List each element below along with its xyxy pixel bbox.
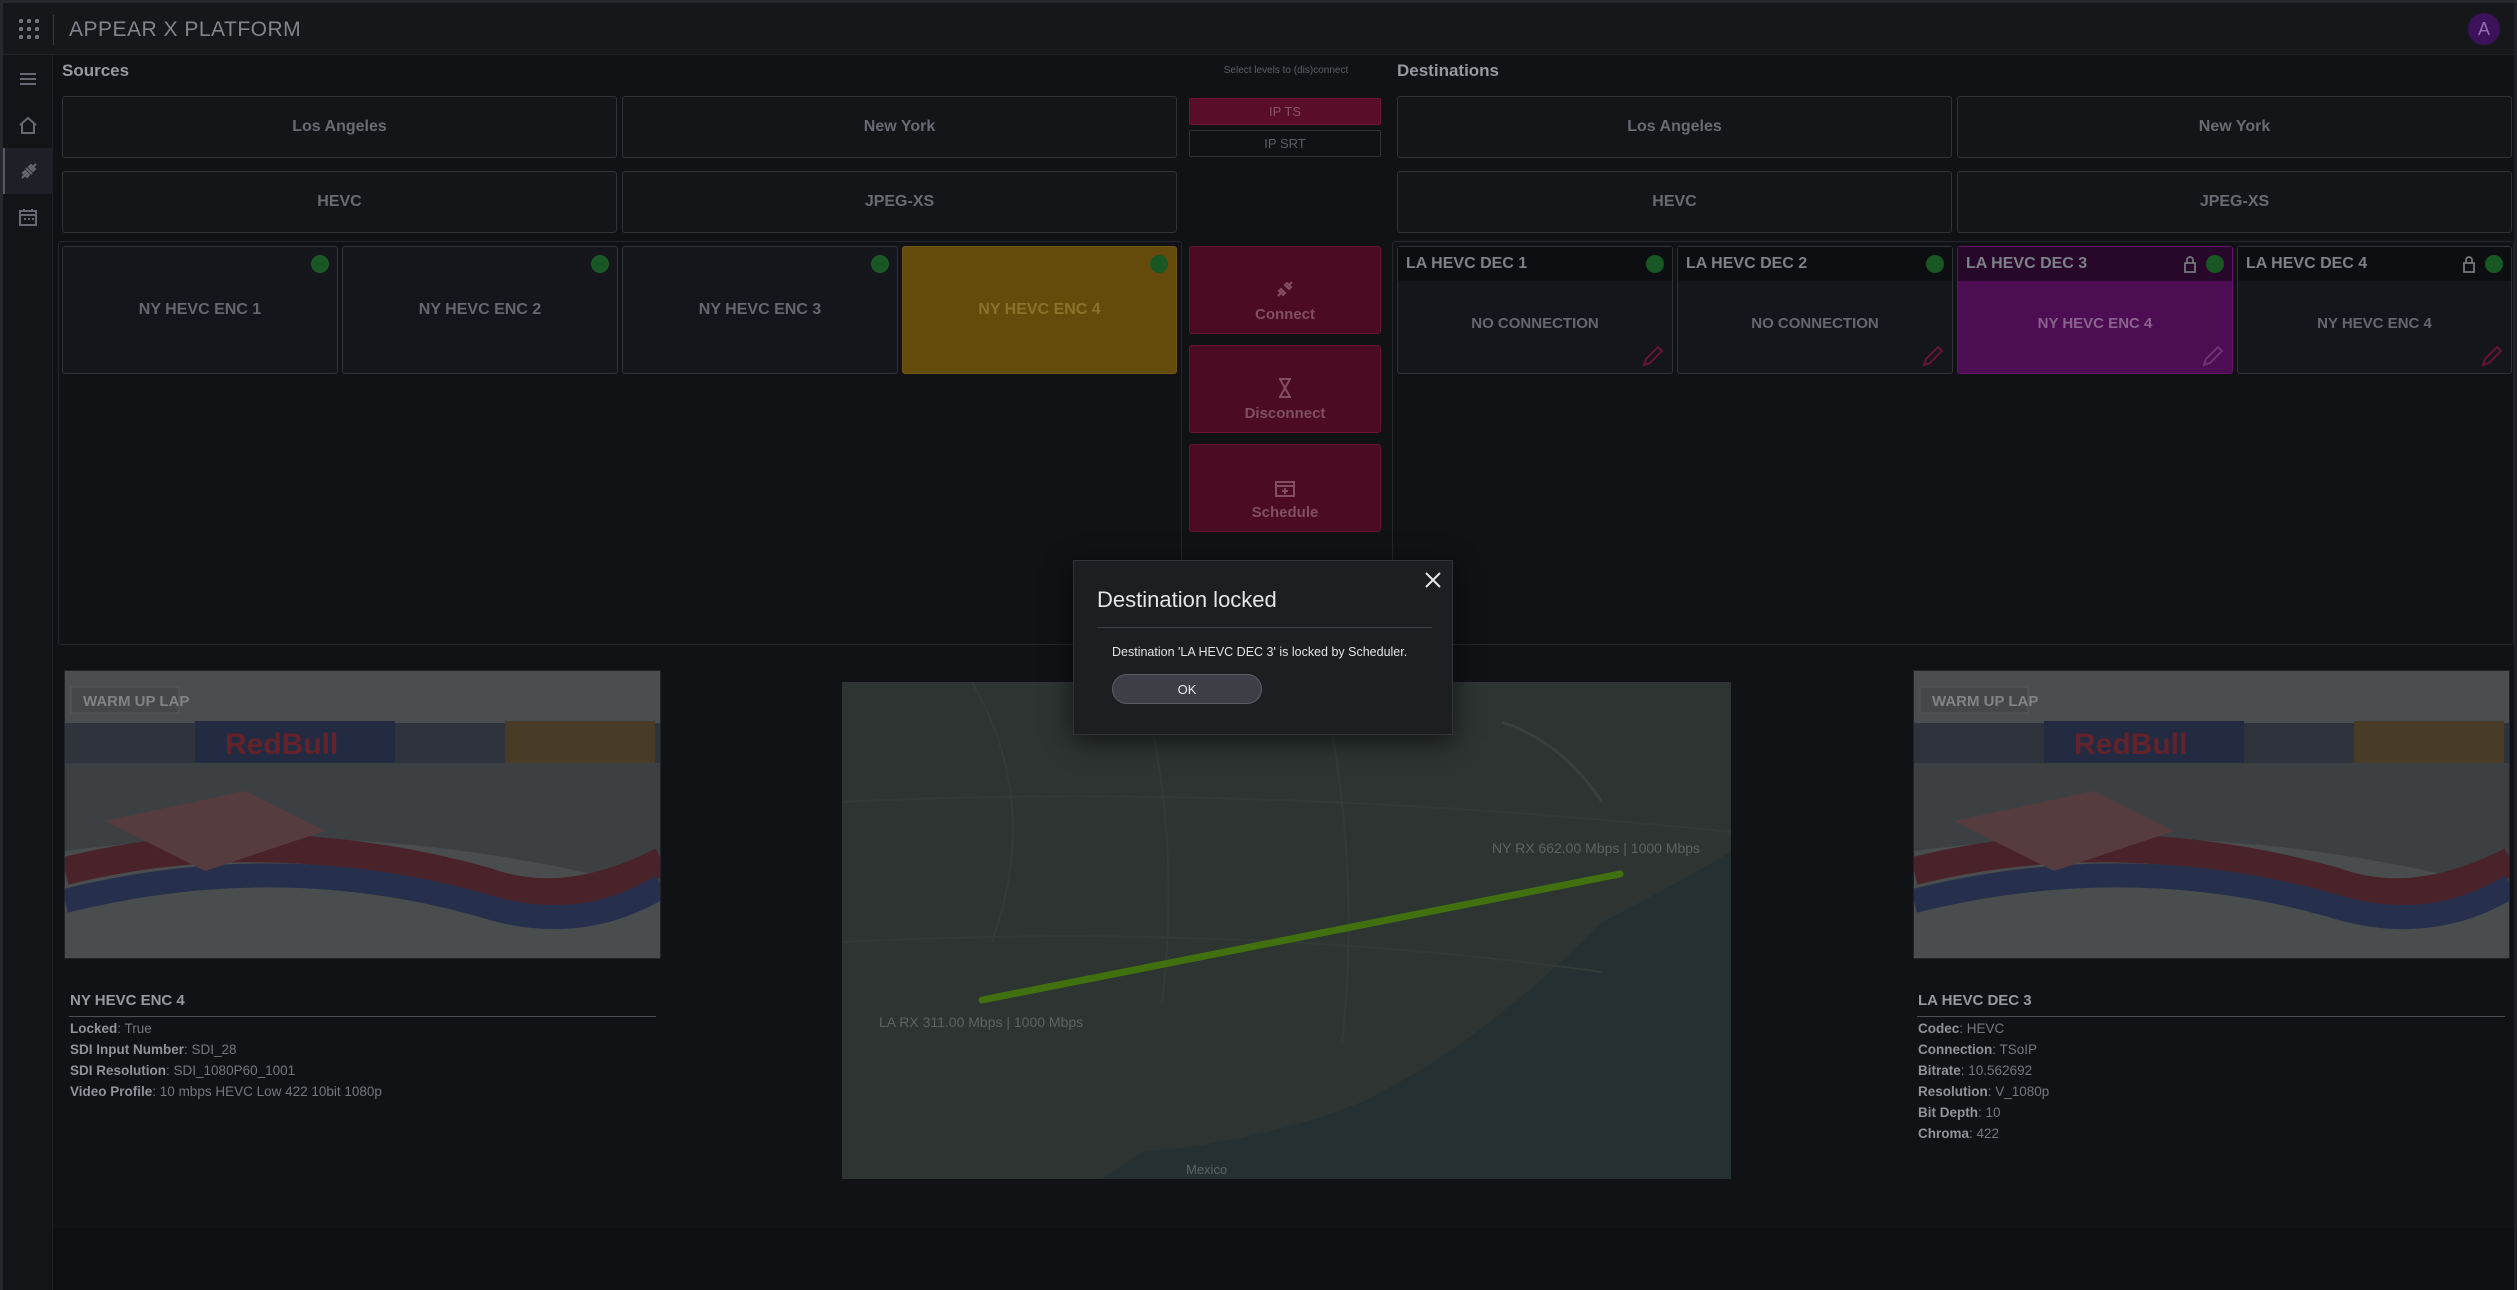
modal-title: Destination locked <box>1097 587 1277 612</box>
destination-locked-dialog: Destination locked Destination 'LA HEVC … <box>1073 560 1453 735</box>
close-icon[interactable] <box>1422 569 1444 591</box>
ok-button[interactable]: OK <box>1112 674 1262 704</box>
app-window: APPEAR X PLATFORM A Sources Los Angeles … <box>0 0 2517 1290</box>
modal-message: Destination 'LA HEVC DEC 3' is locked by… <box>1112 645 1408 659</box>
modal-divider <box>1097 627 1432 628</box>
